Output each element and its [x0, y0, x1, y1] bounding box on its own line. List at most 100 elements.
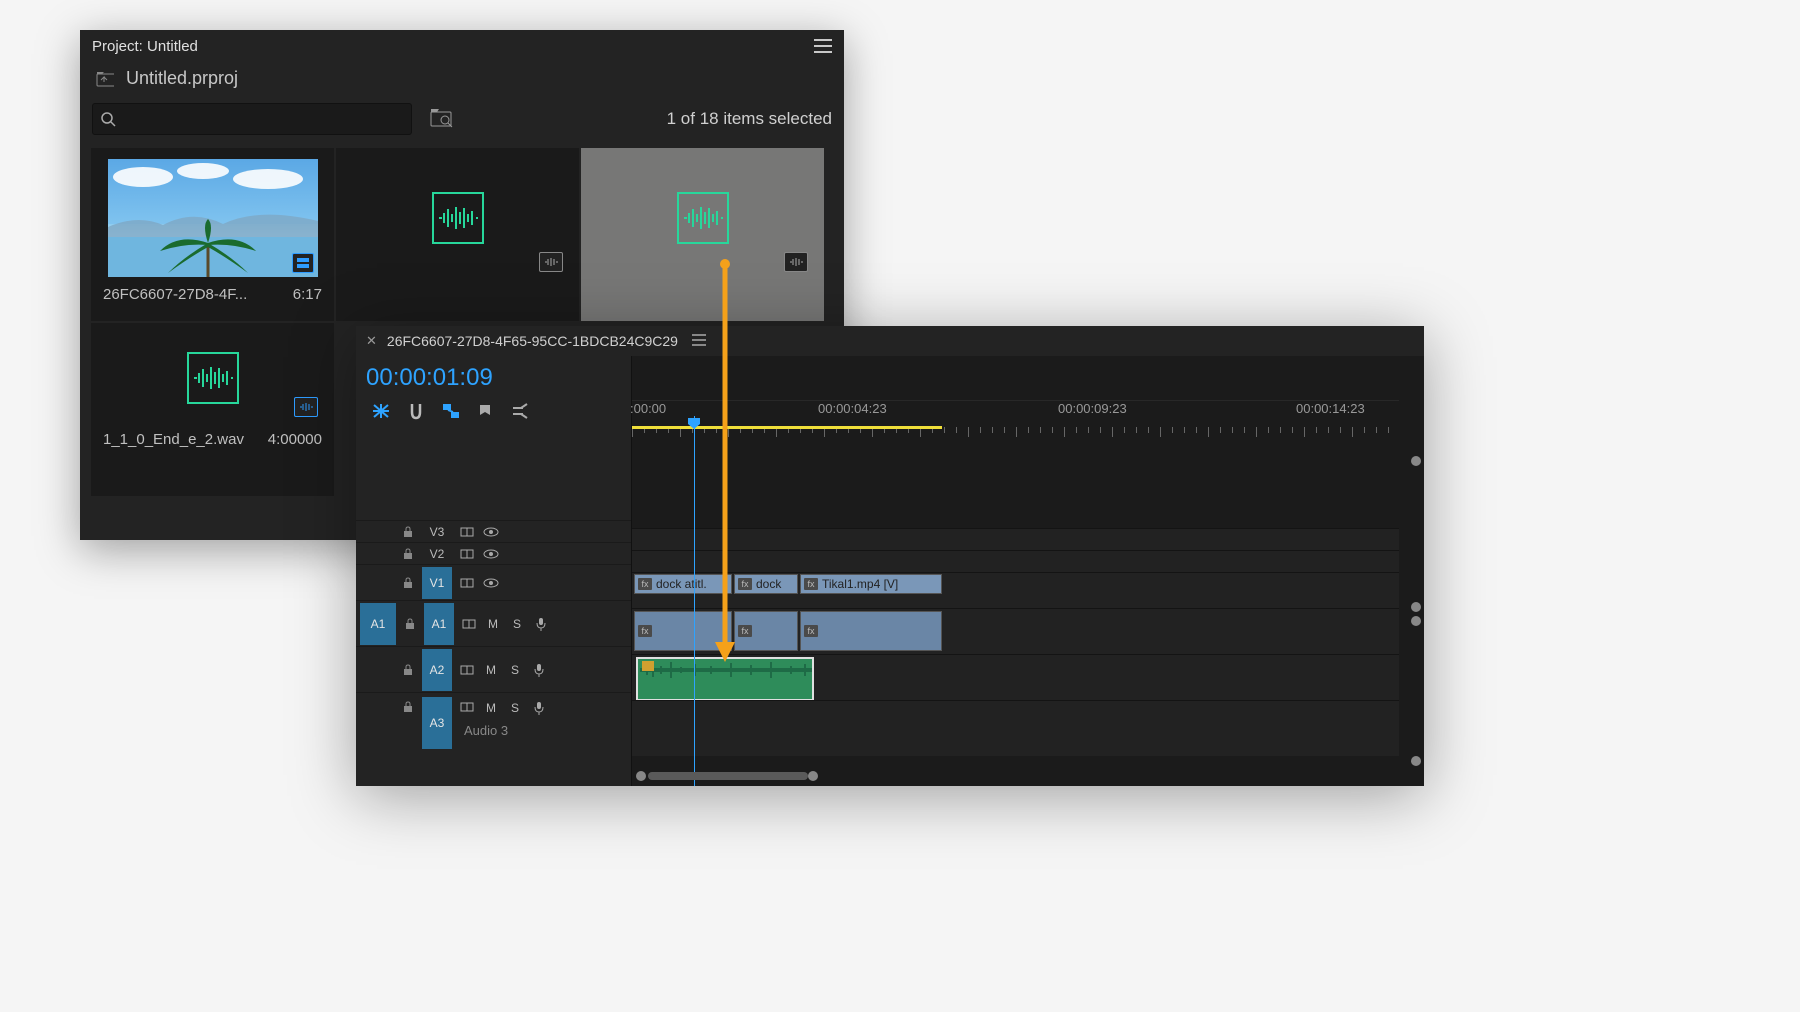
track-lane-a2[interactable]	[632, 654, 1399, 700]
snap-icon[interactable]	[408, 402, 424, 420]
track-header-a3[interactable]: A3 M S Audio 3	[356, 692, 631, 748]
audio-clip-dropped[interactable]	[636, 657, 814, 701]
fx-badge-icon: fx	[638, 625, 652, 637]
search-input[interactable]	[92, 103, 412, 135]
project-panel-title: Project: Untitled	[92, 38, 198, 55]
timeline-vscroll[interactable]	[1410, 452, 1422, 766]
track-label-a3[interactable]: A3	[422, 697, 452, 749]
bin-item-audio[interactable]	[335, 147, 580, 322]
settings-icon[interactable]	[510, 402, 528, 420]
track-output-icon[interactable]	[458, 664, 476, 676]
track-sublabel-a3: Audio 3	[460, 723, 508, 738]
voiceover-icon[interactable]	[530, 701, 548, 715]
track-label-a1[interactable]: A1	[424, 603, 454, 645]
sequence-menu-icon[interactable]	[692, 333, 706, 349]
mute-button[interactable]: M	[482, 663, 500, 677]
mute-button[interactable]: M	[482, 701, 500, 715]
track-label-v3[interactable]: V3	[422, 521, 452, 543]
video-thumbnail	[108, 159, 318, 277]
track-output-icon[interactable]	[458, 526, 476, 538]
voiceover-icon[interactable]	[532, 617, 550, 631]
close-sequence-icon[interactable]: ✕	[366, 333, 377, 349]
lock-icon[interactable]	[400, 526, 416, 538]
track-lane-a3[interactable]	[632, 700, 1399, 756]
lock-icon[interactable]	[400, 577, 416, 589]
audio-icon	[187, 352, 239, 404]
timeline-left-panel: 00:00:01:09 V3 V2	[356, 356, 632, 786]
work-area-bar[interactable]	[632, 426, 942, 429]
project-toolbar: 1 of 18 items selected	[80, 99, 844, 147]
source-patch-a1[interactable]: A1	[360, 603, 396, 645]
audio-icon	[432, 192, 484, 244]
track-header-v3[interactable]: V3	[356, 520, 631, 542]
solo-button[interactable]: S	[506, 663, 524, 677]
track-header-v1[interactable]: V1	[356, 564, 631, 600]
bin-item-label-row	[344, 280, 571, 286]
video-clip[interactable]: fxTikal1.mp4 [V]	[800, 574, 942, 594]
track-output-icon[interactable]	[458, 548, 476, 560]
timeline-header: ✕ 26FC6607-27D8-4F65-95CC-1BDCB24C9C29	[356, 326, 1424, 356]
voiceover-icon[interactable]	[530, 663, 548, 677]
panel-menu-icon[interactable]	[814, 39, 832, 53]
linked-selection-icon[interactable]	[442, 403, 460, 419]
track-output-icon[interactable]	[460, 618, 478, 630]
items-selected-label: 1 of 18 items selected	[667, 109, 832, 129]
track-output-icon[interactable]	[458, 701, 476, 713]
track-label-v2[interactable]: V2	[422, 543, 452, 565]
video-clip[interactable]: fxdock atitl.	[634, 574, 732, 594]
folder-up-icon[interactable]	[96, 71, 114, 87]
mute-button[interactable]: M	[484, 617, 502, 631]
eye-icon[interactable]	[482, 578, 500, 588]
timecode-display[interactable]: 00:00:01:09	[356, 356, 631, 398]
track-label-v1[interactable]: V1	[422, 567, 452, 599]
playhead[interactable]	[694, 416, 695, 786]
track-lane-a1[interactable]: fx fx fx	[632, 608, 1399, 654]
timeline-hscroll[interactable]	[636, 770, 1414, 782]
audio-clip[interactable]: fx	[800, 611, 942, 651]
audio-type-badge-icon	[294, 397, 318, 417]
lock-icon[interactable]	[400, 664, 416, 676]
track-header-v2[interactable]: V2	[356, 542, 631, 564]
track-lane-v2[interactable]	[632, 550, 1399, 572]
solo-button[interactable]: S	[506, 701, 524, 715]
timeline-body: 00:00:01:09 V3 V2	[356, 356, 1424, 786]
marker-icon[interactable]	[478, 403, 492, 419]
bin-item-name: 26FC6607-27D8-4F...	[103, 286, 247, 303]
bin-item-name: 1_1_0_End_e_2.wav	[103, 431, 244, 448]
eye-icon[interactable]	[482, 549, 500, 559]
sequence-badge-icon	[292, 253, 314, 273]
time-ruler[interactable]: :00:00 00:00:04:23 00:00:09:23 00:00:14:…	[632, 356, 1424, 444]
timeline-tools	[356, 398, 631, 432]
eye-icon[interactable]	[482, 527, 500, 537]
project-file-name: Untitled.prproj	[126, 68, 238, 89]
track-header-a2[interactable]: A2 M S	[356, 646, 631, 692]
track-lane-v3[interactable]	[632, 528, 1399, 550]
video-clip[interactable]: fxdock	[734, 574, 798, 594]
lock-icon[interactable]	[400, 548, 416, 560]
playhead-handle[interactable]	[687, 416, 701, 428]
audio-clip[interactable]: fx	[734, 611, 798, 651]
bin-item-sequence[interactable]: 26FC6607-27D8-4F... 6:17	[90, 147, 335, 322]
nest-toggle-icon[interactable]	[372, 403, 390, 419]
track-header-a1[interactable]: A1 A1 M S	[356, 600, 631, 646]
lock-icon[interactable]	[400, 701, 416, 713]
sequence-title: 26FC6607-27D8-4F65-95CC-1BDCB24C9C29	[387, 333, 678, 349]
solo-button[interactable]: S	[508, 617, 526, 631]
fx-badge-icon: fx	[638, 578, 652, 590]
audio-clip[interactable]: fx	[634, 611, 732, 651]
project-header: Project: Untitled	[80, 30, 844, 62]
find-in-bins-icon[interactable]	[430, 108, 452, 130]
bin-thumb	[99, 156, 326, 280]
timeline-tracks-area[interactable]: :00:00 00:00:04:23 00:00:09:23 00:00:14:…	[632, 356, 1424, 786]
bin-item-label-row: 26FC6607-27D8-4F... 6:17	[99, 280, 326, 303]
lock-icon[interactable]	[402, 618, 418, 630]
bin-item-audio-selected[interactable]	[580, 147, 825, 322]
ruler-label: 00:00:14:23	[1296, 401, 1365, 416]
bin-item-duration: 6:17	[293, 286, 322, 303]
track-label-a2[interactable]: A2	[422, 649, 452, 691]
track-lane-v1[interactable]: fxdock atitl. fxdock fxTikal1.mp4 [V]	[632, 572, 1399, 608]
bin-thumb	[344, 156, 571, 280]
timeline-panel: ✕ 26FC6607-27D8-4F65-95CC-1BDCB24C9C29 0…	[356, 326, 1424, 786]
bin-item-audio[interactable]: 1_1_0_End_e_2.wav 4:00000	[90, 322, 335, 497]
track-output-icon[interactable]	[458, 577, 476, 589]
